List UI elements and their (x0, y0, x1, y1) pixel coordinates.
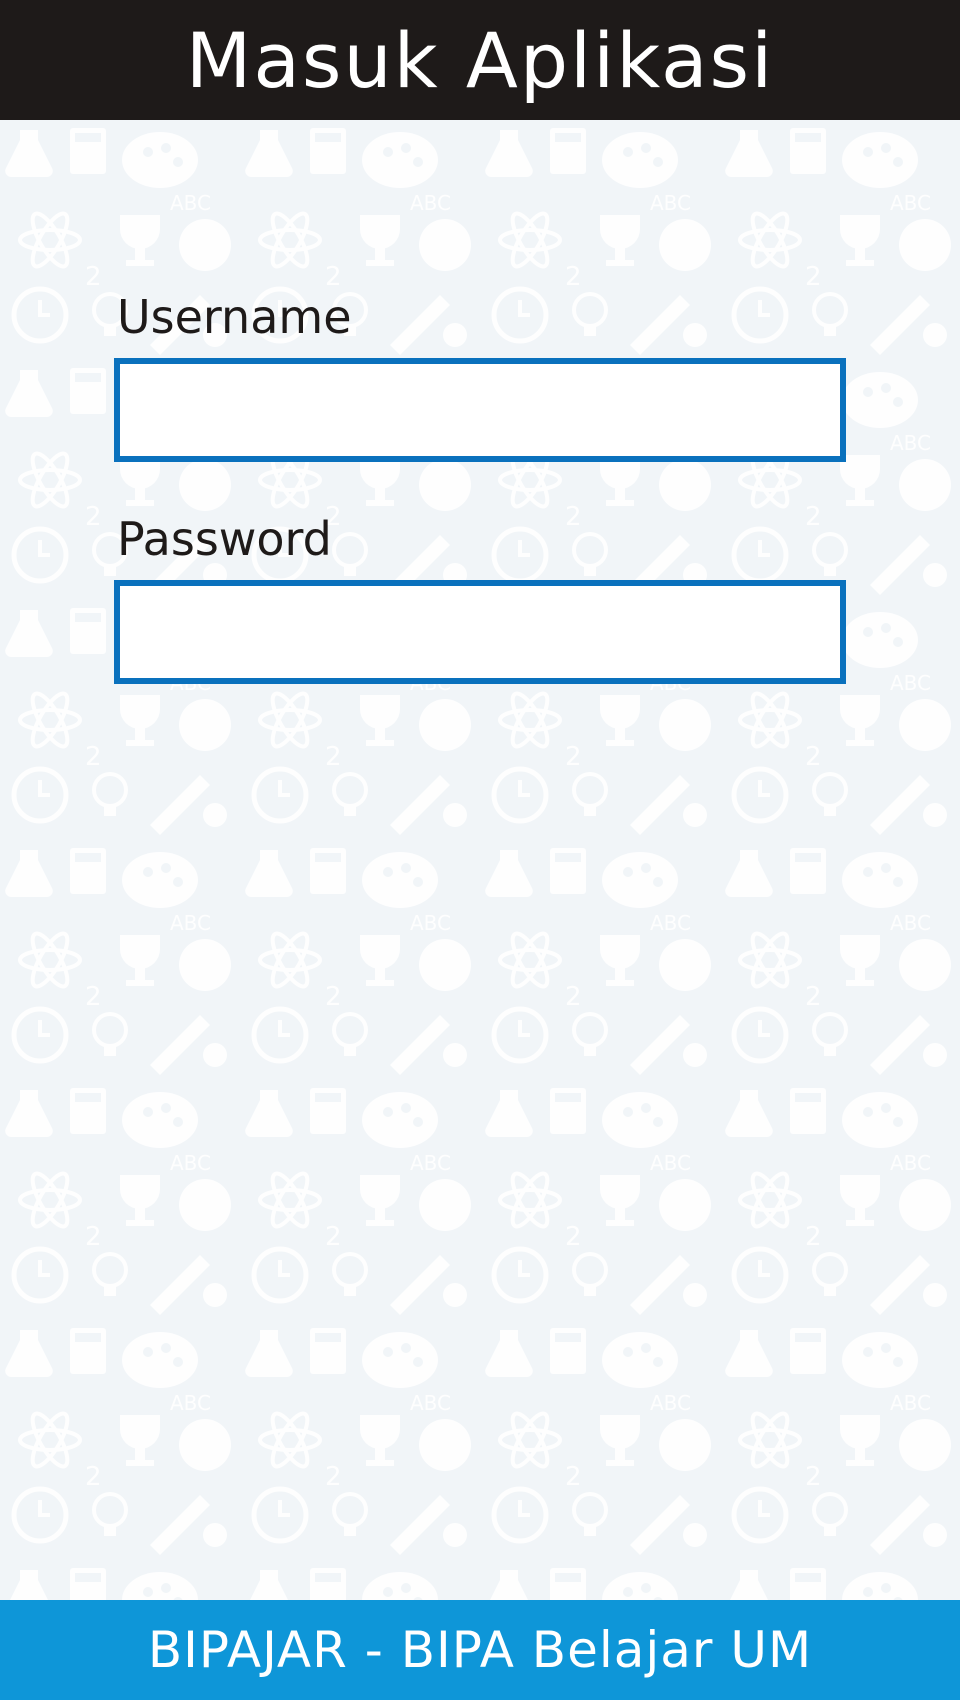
footer-text: BIPAJAR - BIPA Belajar UM (147, 1621, 813, 1679)
app-header: Masuk Aplikasi (0, 0, 960, 120)
app-footer: BIPAJAR - BIPA Belajar UM (0, 1600, 960, 1700)
username-label: Username (117, 290, 352, 344)
username-input[interactable] (114, 358, 846, 462)
password-label: Password (117, 512, 332, 566)
page-title: Masuk Aplikasi (185, 15, 775, 105)
password-input[interactable] (114, 580, 846, 684)
